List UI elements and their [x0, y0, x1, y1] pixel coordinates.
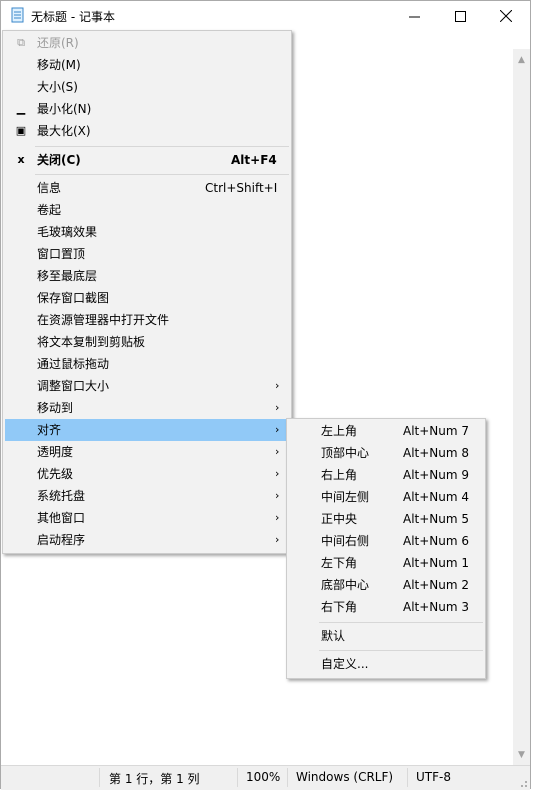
align-item-middle-left[interactable]: 中间左侧 Alt+Num 4	[289, 486, 483, 508]
menu-item-close[interactable]: x 关闭(C) Alt+F4	[5, 149, 289, 171]
scroll-down-arrow-icon[interactable]: ▼	[513, 746, 530, 763]
menu-item-move[interactable]: 移动(M)	[5, 54, 289, 76]
align-item-custom[interactable]: 自定义...	[289, 653, 483, 675]
menu-item-align[interactable]: 对齐 ›	[5, 419, 289, 441]
status-divider	[237, 768, 238, 787]
menu-separator	[319, 650, 483, 651]
title-bar[interactable]: 无标题 - 记事本	[1, 1, 530, 31]
cursor-position: 第 1 行，第 1 列	[109, 772, 200, 786]
menu-separator	[35, 146, 289, 147]
align-item-default[interactable]: 默认	[289, 625, 483, 647]
menu-item-info[interactable]: 信息 Ctrl+Shift+I	[5, 177, 289, 199]
line-ending: Windows (CRLF)	[296, 770, 394, 784]
menu-item-screenshot[interactable]: 保存窗口截图	[5, 287, 289, 309]
minimize-icon	[408, 16, 420, 17]
menu-item-resize[interactable]: 调整窗口大小 ›	[5, 375, 289, 397]
chevron-right-icon: ›	[275, 489, 280, 502]
status-divider	[287, 768, 288, 787]
notepad-app-icon[interactable]	[11, 7, 24, 23]
menu-item-open-in-explorer[interactable]: 在资源管理器中打开文件	[5, 309, 289, 331]
resize-grip-icon[interactable]	[518, 778, 528, 788]
chevron-right-icon: ›	[275, 379, 280, 392]
menu-item-mouse-drag[interactable]: 通过鼠标拖动	[5, 353, 289, 375]
chevron-right-icon: ›	[275, 401, 280, 414]
menu-item-system-tray[interactable]: 系统托盘 ›	[5, 485, 289, 507]
menu-item-send-to-bottom[interactable]: 移至最底层	[5, 265, 289, 287]
align-item-top-right[interactable]: 右上角 Alt+Num 9	[289, 464, 483, 486]
maximize-icon	[454, 10, 466, 22]
close-icon: x	[17, 153, 25, 166]
chevron-right-icon: ›	[275, 511, 280, 524]
menu-item-transparency[interactable]: 透明度 ›	[5, 441, 289, 463]
align-item-top-left[interactable]: 左上角 Alt+Num 7	[289, 420, 483, 442]
zoom-level: 100%	[246, 770, 281, 784]
menu-item-maximize[interactable]: ▣ 最大化(X)	[5, 120, 289, 142]
minimize-button[interactable]	[391, 1, 437, 31]
menu-item-copy-text[interactable]: 将文本复制到剪贴板	[5, 331, 289, 353]
menu-item-other-windows[interactable]: 其他窗口 ›	[5, 507, 289, 529]
menu-separator	[35, 174, 289, 175]
align-item-center[interactable]: 正中央 Alt+Num 5	[289, 508, 483, 530]
menu-item-glass[interactable]: 毛玻璃效果	[5, 221, 289, 243]
align-item-top-center[interactable]: 顶部中心 Alt+Num 8	[289, 442, 483, 464]
status-divider	[99, 768, 100, 787]
menu-item-restore[interactable]: ⧉ 还原(R)	[5, 32, 289, 54]
align-item-middle-right[interactable]: 中间右侧 Alt+Num 6	[289, 530, 483, 552]
minimize-icon: ▁	[16, 102, 26, 115]
menu-item-size[interactable]: 大小(S)	[5, 76, 289, 98]
close-icon	[500, 10, 512, 22]
encoding: UTF-8	[416, 770, 451, 784]
close-button[interactable]	[483, 1, 529, 31]
align-submenu: 左上角 Alt+Num 7 顶部中心 Alt+Num 8 右上角 Alt+Num…	[286, 418, 486, 679]
menu-separator	[319, 622, 483, 623]
restore-icon: ⧉	[17, 36, 25, 49]
maximize-button[interactable]	[437, 1, 483, 31]
menu-item-launch-program[interactable]: 启动程序 ›	[5, 529, 289, 551]
scroll-up-arrow-icon[interactable]: ▲	[513, 51, 530, 68]
menu-item-rollup[interactable]: 卷起	[5, 199, 289, 221]
menu-item-minimize[interactable]: ▁ 最小化(N)	[5, 98, 289, 120]
maximize-icon: ▣	[15, 124, 27, 137]
align-item-bottom-left[interactable]: 左下角 Alt+Num 1	[289, 552, 483, 574]
menu-item-topmost[interactable]: 窗口置顶	[5, 243, 289, 265]
align-item-bottom-right[interactable]: 右下角 Alt+Num 3	[289, 596, 483, 618]
chevron-right-icon: ›	[275, 467, 280, 480]
vertical-scrollbar[interactable]: ▲ ▼	[513, 49, 530, 765]
align-item-bottom-center[interactable]: 底部中心 Alt+Num 2	[289, 574, 483, 596]
status-divider	[407, 768, 408, 787]
menu-item-move-to[interactable]: 移动到 ›	[5, 397, 289, 419]
status-bar: 第 1 行，第 1 列 100% Windows (CRLF) UTF-8	[1, 765, 530, 790]
system-menu: ⧉ 还原(R) 移动(M) 大小(S) ▁ 最小化(N) ▣ 最大化(X) x …	[2, 30, 292, 554]
window-title: 无标题 - 记事本	[31, 10, 115, 24]
chevron-right-icon: ›	[275, 423, 280, 436]
chevron-right-icon: ›	[275, 533, 280, 546]
chevron-right-icon: ›	[275, 445, 280, 458]
menu-item-priority[interactable]: 优先级 ›	[5, 463, 289, 485]
